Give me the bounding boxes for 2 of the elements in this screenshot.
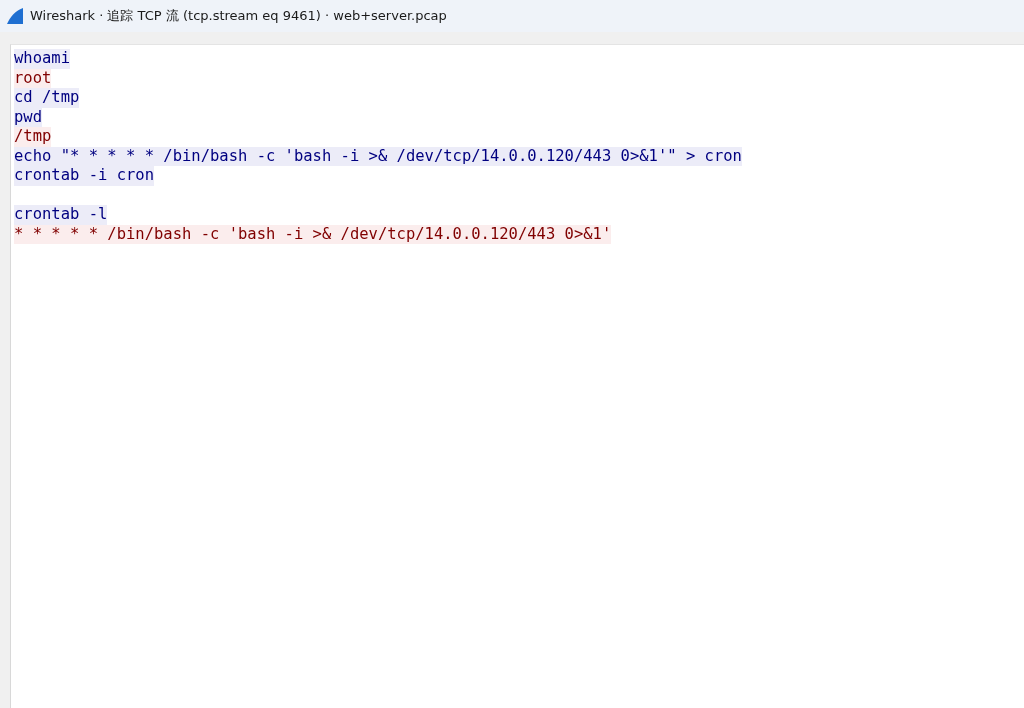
window-title: Wireshark · 追踪 TCP 流 (tcp.stream eq 9461) · web+server.pcap [30,7,447,25]
fin-icon [6,7,24,25]
